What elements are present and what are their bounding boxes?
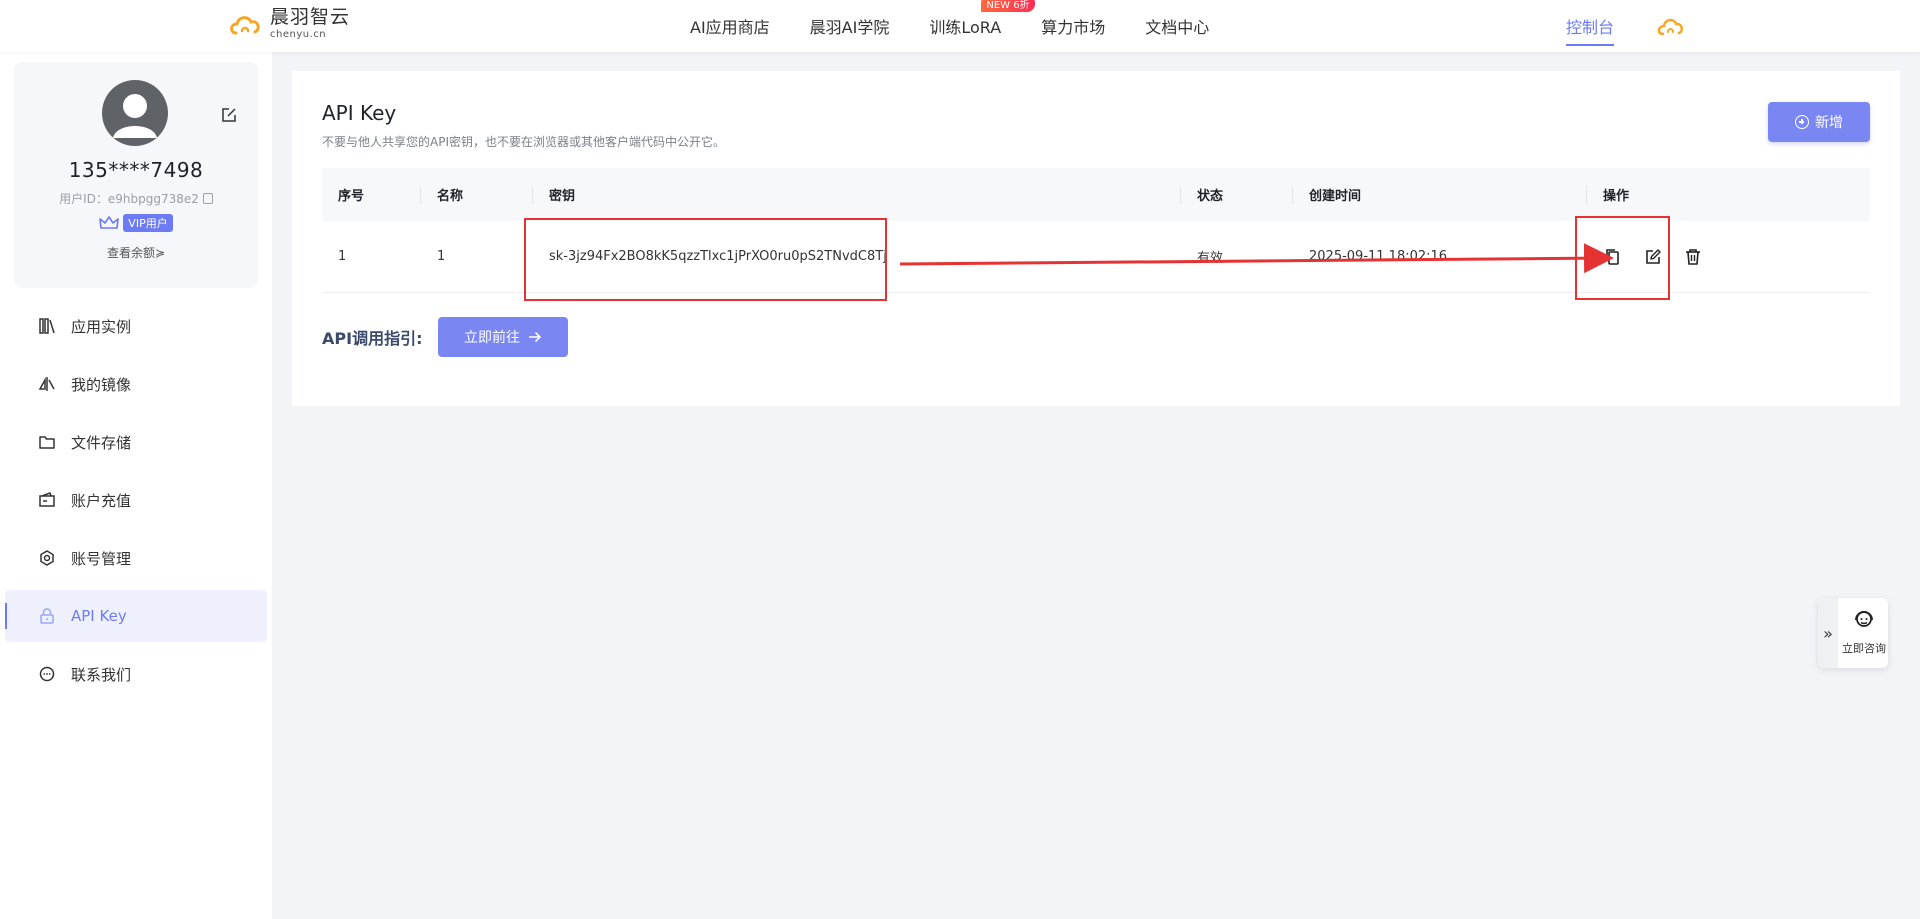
vip-row: VIP用户 xyxy=(14,214,258,232)
consult-float-button[interactable]: » 立即咨询 xyxy=(1818,598,1888,668)
chat-icon xyxy=(37,664,57,684)
column-header-index: 序号 xyxy=(322,168,421,221)
cloud-logo-icon xyxy=(230,16,260,35)
page-title: API Key xyxy=(322,101,397,125)
column-header-actions: 操作 xyxy=(1603,189,1630,204)
brand-domain: chenyu.cn xyxy=(270,29,327,40)
nav-compute-market[interactable]: 算力市场 xyxy=(1041,14,1105,38)
arrow-right-icon xyxy=(529,331,542,343)
go-now-label: 立即前往 xyxy=(464,330,520,346)
wallet-icon xyxy=(37,490,57,510)
table-header: 序号 名称 密钥 状态 创建时间 操作 xyxy=(322,168,1870,221)
mirror-image-icon xyxy=(37,374,57,394)
user-avatar-icon xyxy=(113,94,157,138)
nav-ai-academy[interactable]: 晨羽AI学院 xyxy=(810,14,890,38)
sidebar-item-recharge[interactable]: 账户充值 xyxy=(5,474,267,526)
column-header-status: 状态 xyxy=(1181,168,1293,221)
api-guide-row: API调用指引: 立即前往 xyxy=(322,317,568,357)
column-header-key: 密钥 xyxy=(533,168,1181,221)
sidebar-item-app-instance[interactable]: 应用实例 xyxy=(5,300,267,352)
go-now-button[interactable]: 立即前往 xyxy=(438,317,568,357)
cloud-icon[interactable] xyxy=(1656,13,1686,39)
user-phone: 135****7498 xyxy=(68,158,204,182)
sidebar-item-label: 联系我们 xyxy=(71,665,132,684)
nav-train-lora-label: 训练LoRA xyxy=(929,18,1002,37)
sidebar-item-api-key[interactable]: API Key xyxy=(5,590,267,642)
vip-badge: VIP用户 xyxy=(123,214,173,232)
profile-card: 135****7498 用户ID：e9hbpgg738e2 VIP用户 查看余额… xyxy=(14,62,258,288)
double-chevron-down-icon: ≽ xyxy=(154,246,166,260)
key-highlight-box xyxy=(524,218,887,301)
sidebar-item-label: 应用实例 xyxy=(71,317,132,336)
nav-train-lora[interactable]: 训练LoRA NEW 6折 xyxy=(929,0,1035,38)
view-balance-label: 查看余额 xyxy=(106,246,155,260)
edit-profile-icon[interactable] xyxy=(220,106,238,124)
user-id: 用户ID：e9hbpgg738e2 xyxy=(59,192,199,206)
consult-label: 立即咨询 xyxy=(1842,642,1886,655)
cell-status: 有效 xyxy=(1197,251,1224,266)
collapse-double-chevron-icon[interactable]: » xyxy=(1818,598,1838,668)
folder-icon xyxy=(37,432,57,452)
sidebar-item-label: 我的镜像 xyxy=(71,375,132,394)
sidebar-item-label: 账号管理 xyxy=(71,549,132,568)
cell-name: 1 xyxy=(437,249,446,264)
copy-id-icon[interactable] xyxy=(202,193,213,204)
page-subtitle: 不要与他人共享您的API密钥，也不要在浏览器或其他客户端代码中公开它。 xyxy=(322,135,725,149)
column-header-created-time: 创建时间 xyxy=(1293,168,1587,221)
view-balance-link[interactable]: 查看余额≽ xyxy=(14,244,258,261)
new-discount-badge: NEW 6折 xyxy=(981,0,1035,12)
nav-docs-center[interactable]: 文档中心 xyxy=(1145,14,1209,38)
sidebar: 135****7498 用户ID：e9hbpgg738e2 VIP用户 查看余额… xyxy=(0,52,272,919)
avatar[interactable] xyxy=(102,80,168,146)
api-guide-label: API调用指引: xyxy=(322,329,423,348)
brand-logo[interactable]: 晨羽智云 chenyu.cn xyxy=(228,8,350,40)
app-instance-icon xyxy=(37,316,57,336)
sidebar-item-label: 文件存储 xyxy=(71,433,132,452)
add-api-key-button[interactable]: 新增 xyxy=(1768,102,1870,142)
sidebar-menu: 应用实例 我的镜像 文件存储 账户充值 账号管理 API Key 联系我们 xyxy=(5,300,267,706)
top-navbar: 晨羽智云 chenyu.cn AI应用商店 晨羽AI学院 训练LoRA NEW … xyxy=(0,0,1920,52)
plus-circle-icon xyxy=(1795,115,1809,129)
nav-links: AI应用商店 晨羽AI学院 训练LoRA NEW 6折 算力市场 文档中心 xyxy=(690,0,1249,52)
sidebar-item-label: 账户充值 xyxy=(71,491,132,510)
sidebar-item-label: API Key xyxy=(71,607,127,625)
delete-icon[interactable] xyxy=(1683,247,1703,267)
brand-name: 晨羽智云 xyxy=(270,6,351,28)
copy-highlight-box xyxy=(1575,216,1670,300)
sidebar-item-file-storage[interactable]: 文件存储 xyxy=(5,416,267,468)
nav-console[interactable]: 控制台 xyxy=(1566,14,1615,46)
user-id-row: 用户ID：e9hbpgg738e2 xyxy=(14,190,258,207)
crown-icon xyxy=(99,216,120,229)
lock-icon xyxy=(37,606,57,626)
cell-index: 1 xyxy=(338,249,347,264)
add-button-label: 新增 xyxy=(1815,115,1843,131)
sidebar-item-account-management[interactable]: 账号管理 xyxy=(5,532,267,584)
settings-icon xyxy=(37,548,57,568)
nav-ai-app-store[interactable]: AI应用商店 xyxy=(690,14,770,38)
sidebar-item-contact-us[interactable]: 联系我们 xyxy=(5,648,267,700)
headset-icon xyxy=(1855,611,1873,627)
sidebar-item-my-mirror[interactable]: 我的镜像 xyxy=(5,358,267,410)
cell-created-time: 2025-09-11 18:02:16 xyxy=(1309,249,1448,264)
column-header-name: 名称 xyxy=(421,168,533,221)
